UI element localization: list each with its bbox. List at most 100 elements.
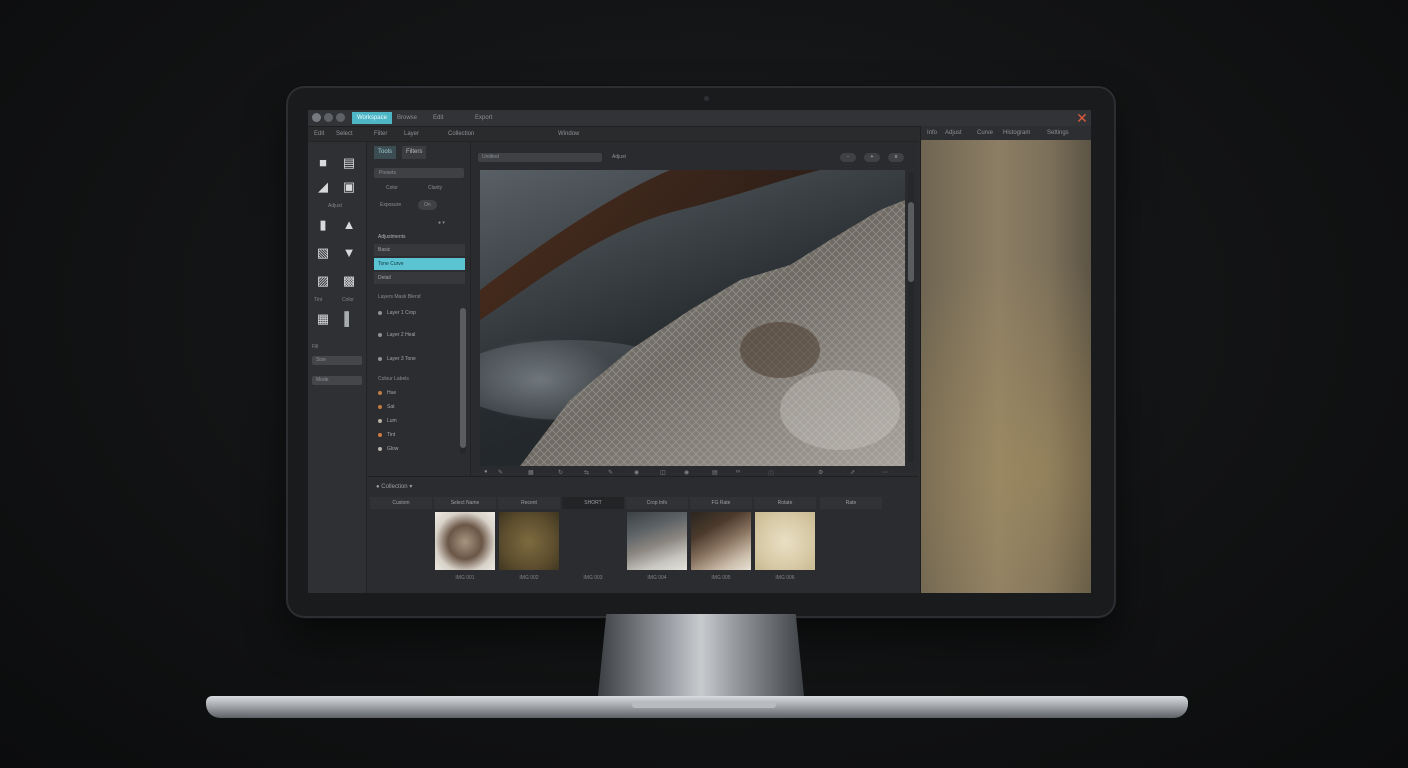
list-item[interactable]: Detail: [374, 272, 465, 284]
filmstrip-column[interactable]: Select Name IMG 001: [434, 497, 496, 593]
filmstrip-column[interactable]: Rotate IMG 006: [754, 497, 816, 593]
layers-icon[interactable]: ▤: [342, 156, 356, 170]
fill-icon[interactable]: ▌: [342, 312, 356, 326]
menu-layer[interactable]: Layer: [404, 127, 419, 141]
menu-edit[interactable]: Edit: [314, 127, 324, 141]
filmstrip-column[interactable]: FG Rate IMG 005: [690, 497, 752, 593]
option-clarity[interactable]: Clarity: [428, 185, 442, 191]
thumbnail[interactable]: [499, 512, 559, 570]
swatch-dot: [378, 404, 382, 409]
window-control-icon[interactable]: [324, 113, 333, 122]
eyedropper-icon[interactable]: ▩: [342, 274, 356, 288]
filmstrip-title: ● Collection ▾: [376, 484, 413, 490]
preview-panel: Info Adjust Curve Histogram Settings: [920, 126, 1091, 593]
layer-row[interactable]: Layer 1 Crop: [378, 310, 416, 316]
list-item[interactable]: Basic: [374, 244, 465, 256]
thumbnail[interactable]: [435, 512, 495, 570]
pattern-icon[interactable]: ▦: [316, 312, 330, 326]
scrollbar-thumb[interactable]: [460, 308, 466, 448]
swatch-row[interactable]: Hue: [378, 390, 396, 396]
tab-curve[interactable]: Curve: [977, 126, 993, 140]
tab-edit[interactable]: Edit: [428, 112, 448, 124]
viewport-scrollbar[interactable]: [908, 172, 914, 462]
scrollbar-thumb[interactable]: [908, 202, 914, 282]
panel-options-icon[interactable]: ● ▾: [438, 220, 445, 226]
rectangle-select-icon[interactable]: ■: [316, 156, 330, 170]
record-icon[interactable]: ●: [484, 469, 488, 475]
swatch-dot: [378, 432, 382, 437]
menu-select[interactable]: Select: [336, 127, 353, 141]
preset-select[interactable]: Presets: [374, 168, 464, 178]
swatch-row[interactable]: Sat: [378, 404, 395, 410]
window-control-icon[interactable]: [312, 113, 321, 122]
column-header: Crop Info: [626, 497, 688, 509]
list-item-selected[interactable]: Tone Curve: [374, 258, 465, 270]
transform-icon[interactable]: ▣: [342, 180, 356, 194]
option-exposure[interactable]: Exposure: [380, 202, 401, 208]
menu-window[interactable]: Window: [558, 127, 579, 141]
filmstrip-column[interactable]: SHORT IMG 003: [562, 497, 624, 593]
tab-tools[interactable]: Tools: [374, 146, 397, 159]
menu-filter[interactable]: Filter: [374, 127, 387, 141]
panel-scrollbar[interactable]: [460, 308, 466, 454]
more-icon[interactable]: ⋯: [882, 469, 888, 476]
heal-icon[interactable]: ▧: [316, 246, 330, 260]
rotate-icon[interactable]: ↻: [558, 469, 563, 476]
swatch-row[interactable]: Glow: [378, 446, 398, 452]
thumbnail[interactable]: [691, 512, 751, 570]
filmstrip-column[interactable]: Crop Info IMG 004: [626, 497, 688, 593]
option-color[interactable]: Color: [386, 185, 398, 191]
tool-label-color: Color: [342, 297, 354, 303]
filmstrip-column[interactable]: Rate: [820, 497, 882, 593]
gradient-icon[interactable]: ▨: [316, 274, 330, 288]
flip-icon[interactable]: ⇆: [584, 469, 589, 476]
filmstrip-column[interactable]: Custom: [370, 497, 432, 593]
toolbox: ■ ▤ ◢ ▣ Adjust ▮ ▲ ▧ ▼ ▨ ▩ Tint Color ▦ …: [308, 142, 367, 593]
tab-export[interactable]: Export: [470, 112, 497, 124]
grid-icon[interactable]: ▦: [528, 469, 534, 476]
thumbnail[interactable]: [627, 512, 687, 570]
photo-canvas[interactable]: [480, 170, 905, 466]
swatch-row[interactable]: Tint: [378, 432, 395, 438]
zoom-out-button[interactable]: -: [840, 153, 856, 162]
comment-icon[interactable]: ◉: [684, 469, 689, 476]
share-icon[interactable]: ⇗: [850, 469, 855, 476]
eye-icon[interactable]: ◉: [634, 469, 639, 476]
stamp-icon[interactable]: ▲: [342, 218, 356, 232]
tab-histogram[interactable]: Histogram: [1003, 126, 1030, 140]
column-header: Recent: [498, 497, 560, 509]
tab-filters[interactable]: Filters: [402, 146, 427, 159]
file-name-field[interactable]: Untitled: [478, 153, 602, 162]
layer-row[interactable]: Layer 3 Tone: [378, 356, 416, 362]
column-header: Select Name: [434, 497, 496, 509]
tab-workspace[interactable]: Workspace: [352, 112, 392, 124]
blend-mode-select[interactable]: Mode: [312, 376, 362, 385]
tool-label-tint: Tint: [314, 297, 323, 303]
tab-info[interactable]: Info: [927, 126, 937, 140]
settings-icon[interactable]: ⚙: [818, 469, 823, 476]
brush-small-icon[interactable]: ✎: [608, 469, 613, 476]
brush-size-field[interactable]: Size: [312, 356, 362, 365]
brush-icon[interactable]: ▮: [316, 218, 330, 232]
window-control-icon[interactable]: [336, 113, 345, 122]
histogram-icon[interactable]: ▤: [712, 469, 718, 476]
preview-image[interactable]: [921, 140, 1091, 593]
layer-row[interactable]: Layer 2 Heal: [378, 332, 415, 338]
pen-icon[interactable]: ✎: [498, 469, 503, 476]
thumbnail-caption: IMG 002: [519, 575, 539, 581]
toggle-button[interactable]: On: [418, 200, 437, 210]
close-icon[interactable]: ✕: [1075, 110, 1089, 126]
compare-icon[interactable]: ◫: [660, 469, 666, 476]
tab-settings[interactable]: Settings: [1047, 126, 1069, 140]
shield-icon[interactable]: ▼: [342, 246, 356, 260]
tab-browse[interactable]: Browse: [392, 112, 422, 124]
filmstrip-column[interactable]: Recent IMG 002: [498, 497, 560, 593]
zoom-in-button[interactable]: +: [864, 153, 880, 162]
tab-adjust[interactable]: Adjust: [945, 126, 962, 140]
menu-collection[interactable]: Collection: [448, 127, 474, 141]
thumbnail[interactable]: [755, 512, 815, 570]
link-icon[interactable]: ∞: [736, 469, 740, 475]
crop-icon[interactable]: ◢: [316, 180, 330, 194]
fit-button[interactable]: o: [888, 153, 904, 162]
swatch-row[interactable]: Lum: [378, 418, 397, 424]
